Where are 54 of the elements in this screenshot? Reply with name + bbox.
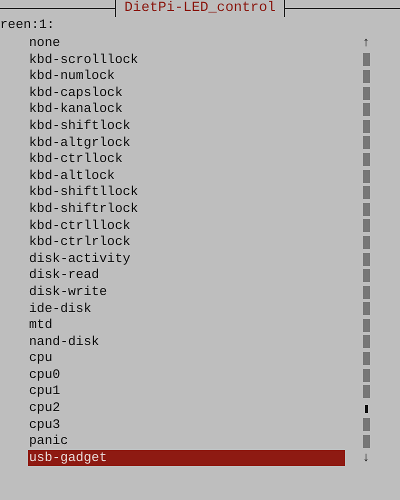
scrollbar-track-segment bbox=[362, 302, 370, 316]
list-item[interactable]: cpu1 bbox=[28, 383, 345, 400]
scrollbar-track-segment bbox=[362, 352, 370, 366]
scrollbar-track-segment bbox=[362, 53, 370, 66]
list-item[interactable]: kbd-kanalock bbox=[28, 101, 345, 118]
prompt-text: reen:1: bbox=[0, 16, 56, 33]
scrollbar-track-segment bbox=[362, 435, 370, 448]
scroll-down-arrow[interactable]: ↓ bbox=[362, 450, 370, 466]
scroll-up-arrow[interactable]: ↑ bbox=[362, 35, 370, 52]
list-item[interactable]: usb-gadget bbox=[28, 450, 345, 466]
list-item[interactable]: mtd bbox=[28, 317, 345, 334]
scrollbar-track-segment bbox=[362, 286, 370, 299]
scrollbar-track-segment bbox=[362, 170, 370, 183]
list-item[interactable]: cpu2 bbox=[28, 400, 345, 417]
scrollbar-track-segment bbox=[362, 368, 370, 382]
list-item[interactable]: kbd-altgrlock bbox=[28, 134, 345, 152]
list-item[interactable]: kbd-numlock bbox=[28, 68, 345, 85]
scrollbar-track-segment bbox=[362, 186, 370, 200]
list-item[interactable]: kbd-shiftlock bbox=[28, 118, 345, 135]
list-item[interactable]: cpu3 bbox=[28, 416, 345, 434]
scrollbar-track-segment bbox=[362, 202, 370, 216]
scrollbar-track-segment bbox=[362, 269, 370, 282]
list-item[interactable]: kbd-scrolllock bbox=[28, 52, 345, 68]
list-item[interactable]: disk-write bbox=[28, 284, 345, 300]
list-item[interactable]: kbd-ctrlrlock bbox=[28, 234, 345, 251]
scrollbar-track-segment bbox=[362, 219, 370, 232]
list-item[interactable]: panic bbox=[28, 433, 345, 450]
scrollbar-track-segment bbox=[362, 318, 370, 332]
scrollbar-track-segment bbox=[362, 418, 370, 432]
list-item[interactable]: kbd-ctrllock bbox=[28, 151, 345, 168]
scrollbar-track-segment bbox=[362, 86, 370, 100]
window-title: DietPi-LED_control bbox=[115, 0, 285, 17]
scrollbar-track-segment bbox=[362, 120, 370, 133]
list-item[interactable]: ide-disk bbox=[28, 300, 345, 318]
scrollbar-track-segment bbox=[362, 252, 370, 266]
scrollbar-track-segment bbox=[362, 70, 370, 83]
list-item[interactable]: cpu0 bbox=[28, 366, 345, 384]
list-item[interactable]: disk-activity bbox=[28, 250, 345, 268]
list-item[interactable]: kbd-altlock bbox=[28, 168, 345, 184]
scrollbar-track-segment bbox=[362, 152, 370, 166]
list-item[interactable]: none bbox=[28, 35, 345, 52]
scrollbar-track-segment bbox=[362, 103, 370, 116]
list-item[interactable]: nand-disk bbox=[28, 334, 345, 350]
list-item[interactable]: cpu bbox=[28, 350, 345, 367]
list-item[interactable]: disk-read bbox=[28, 267, 345, 284]
list-item[interactable]: kbd-capslock bbox=[28, 84, 345, 102]
scrollbar-track-segment bbox=[362, 335, 370, 348]
scrollbar-track-segment bbox=[362, 136, 370, 150]
scrollbar-track-segment bbox=[362, 236, 370, 249]
list-item[interactable]: kbd-shiftrlock bbox=[28, 200, 345, 218]
scrollbar-thumb[interactable] bbox=[364, 404, 368, 413]
scrollbar-track-segment bbox=[362, 385, 370, 398]
list-item[interactable]: kbd-ctrlllock bbox=[28, 218, 345, 234]
list-item[interactable]: kbd-shiftllock bbox=[28, 184, 345, 201]
